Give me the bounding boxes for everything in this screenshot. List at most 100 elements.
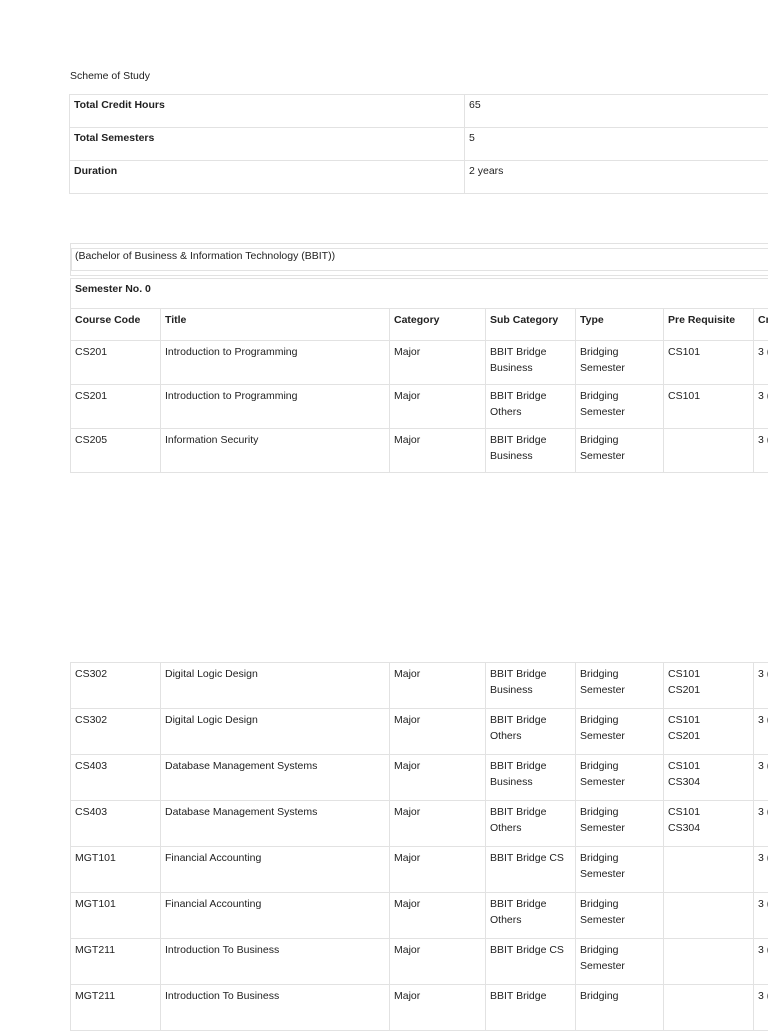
column-header: Title <box>161 309 390 341</box>
cell-category: Major <box>390 429 486 473</box>
cell-pre: CS101 <box>664 341 754 385</box>
cell-category: Major <box>390 341 486 385</box>
cell-credit: 3 ( <box>754 755 768 801</box>
summary-label: Total Credit Hours <box>70 95 465 128</box>
summary-row: Total Semesters5 <box>70 128 768 161</box>
cell-type: Bridging Semester <box>576 663 664 709</box>
summary-label: Duration <box>70 161 465 194</box>
course-row: CS201Introduction to ProgrammingMajorBBI… <box>71 385 768 429</box>
cell-code: CS201 <box>71 341 161 385</box>
cell-credit: 3 ( <box>754 385 768 429</box>
course-table-top: Course CodeTitleCategorySub CategoryType… <box>70 308 768 473</box>
cell-category: Major <box>390 847 486 893</box>
cell-pre <box>664 893 754 939</box>
cell-sub: BBIT Bridge CS <box>486 939 576 985</box>
cell-title: Introduction to Programming <box>161 385 390 429</box>
cell-title: Introduction to Programming <box>161 341 390 385</box>
course-row: MGT101Financial AccountingMajorBBIT Brid… <box>71 847 768 893</box>
cell-category: Major <box>390 893 486 939</box>
semester-heading: Semester No. 0 <box>70 278 768 309</box>
cell-credit: 3 ( <box>754 939 768 985</box>
cell-credit: 3 ( <box>754 341 768 385</box>
cell-sub: BBIT Bridge CS <box>486 847 576 893</box>
table-header-row: Course CodeTitleCategorySub CategoryType… <box>71 309 768 341</box>
column-header: Category <box>390 309 486 341</box>
column-header: Course Code <box>71 309 161 341</box>
course-row: CS302Digital Logic DesignMajorBBIT Bridg… <box>71 663 768 709</box>
cell-type: Bridging Semester <box>576 939 664 985</box>
summary-label: Total Semesters <box>70 128 465 161</box>
summary-row: Duration2 years <box>70 161 768 194</box>
summary-value: 5 <box>465 128 768 161</box>
cell-sub: BBIT Bridge Others <box>486 801 576 847</box>
cell-pre: CS101 CS304 <box>664 755 754 801</box>
cell-title: Digital Logic Design <box>161 663 390 709</box>
semester-label: Semester No. 0 <box>75 283 151 295</box>
cell-sub: BBIT Bridge Business <box>486 429 576 473</box>
cell-code: MGT101 <box>71 847 161 893</box>
cell-category: Major <box>390 709 486 755</box>
column-header: Pre Requisite <box>664 309 754 341</box>
cell-code: MGT211 <box>71 939 161 985</box>
course-row: MGT101Financial AccountingMajorBBIT Brid… <box>71 893 768 939</box>
summary-value: 65 <box>465 95 768 128</box>
course-row: CS205Information SecurityMajorBBIT Bridg… <box>71 429 768 473</box>
column-header: Type <box>576 309 664 341</box>
program-title-box: (Bachelor of Business & Information Tech… <box>70 243 768 276</box>
cell-title: Financial Accounting <box>161 893 390 939</box>
course-row: CS403Database Management SystemsMajorBBI… <box>71 801 768 847</box>
cell-title: Database Management Systems <box>161 801 390 847</box>
cell-type: Bridging Semester <box>576 801 664 847</box>
summary-row: Total Credit Hours65 <box>70 95 768 128</box>
cell-title: Information Security <box>161 429 390 473</box>
cell-title: Financial Accounting <box>161 847 390 893</box>
summary-table: Total Credit Hours65Total Semesters5Dura… <box>69 94 768 194</box>
cell-type: Bridging Semester <box>576 429 664 473</box>
cell-credit: 3 ( <box>754 429 768 473</box>
cell-category: Major <box>390 663 486 709</box>
cell-title: Introduction To Business <box>161 939 390 985</box>
cell-credit: 3 ( <box>754 847 768 893</box>
cell-sub: BBIT Bridge Business <box>486 755 576 801</box>
cell-code: CS302 <box>71 709 161 755</box>
course-row: CS201Introduction to ProgrammingMajorBBI… <box>71 341 768 385</box>
cell-sub: BBIT Bridge Business <box>486 663 576 709</box>
cell-category: Major <box>390 755 486 801</box>
cell-sub: BBIT Bridge Others <box>486 385 576 429</box>
cell-code: CS403 <box>71 801 161 847</box>
cell-credit: 3 ( <box>754 709 768 755</box>
page-heading: Scheme of Study <box>70 70 150 82</box>
cell-pre <box>664 429 754 473</box>
course-row: CS403Database Management SystemsMajorBBI… <box>71 755 768 801</box>
cell-title: Database Management Systems <box>161 755 390 801</box>
cell-pre <box>664 847 754 893</box>
cell-type: Bridging Semester <box>576 385 664 429</box>
cell-code: CS201 <box>71 385 161 429</box>
cell-type: Bridging Semester <box>576 709 664 755</box>
cell-code: MGT101 <box>71 893 161 939</box>
summary-value: 2 years <box>465 161 768 194</box>
cell-category: Major <box>390 385 486 429</box>
cell-sub: BBIT Bridge Others <box>486 709 576 755</box>
cell-pre: CS101 CS201 <box>664 663 754 709</box>
cell-sub: BBIT Bridge Business <box>486 341 576 385</box>
course-row: CS302Digital Logic DesignMajorBBIT Bridg… <box>71 709 768 755</box>
cell-code: CS403 <box>71 755 161 801</box>
cell-credit: 3 ( <box>754 893 768 939</box>
cell-type: Bridging Semester <box>576 755 664 801</box>
column-header: Sub Category <box>486 309 576 341</box>
cell-category: Major <box>390 801 486 847</box>
cell-title: Digital Logic Design <box>161 709 390 755</box>
cell-code: CS205 <box>71 429 161 473</box>
cell-pre: CS101 CS201 <box>664 709 754 755</box>
cell-pre: CS101 <box>664 385 754 429</box>
cell-type: Bridging Semester <box>576 847 664 893</box>
cell-credit: 3 ( <box>754 663 768 709</box>
course-table-bottom: CS302Digital Logic DesignMajorBBIT Bridg… <box>70 662 768 1031</box>
program-title: (Bachelor of Business & Information Tech… <box>75 250 335 262</box>
cell-pre <box>664 939 754 985</box>
cell-pre: CS101 CS304 <box>664 801 754 847</box>
cell-code: CS302 <box>71 663 161 709</box>
cell-credit: 3 ( <box>754 801 768 847</box>
cell-type: Bridging Semester <box>576 341 664 385</box>
